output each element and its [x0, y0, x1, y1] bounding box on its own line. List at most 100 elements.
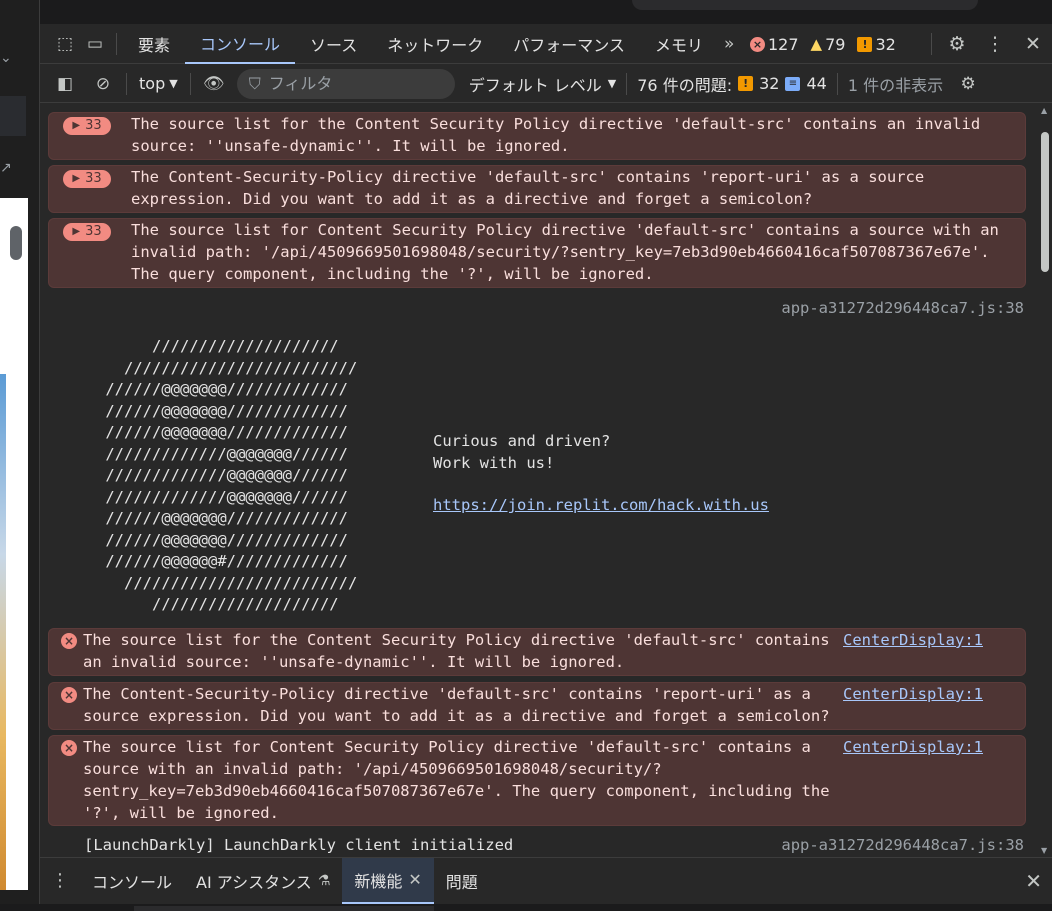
taskbar-edge — [0, 904, 1052, 911]
banner-link[interactable]: https://join.replit.com/hack.with.us — [433, 494, 769, 516]
expand-triangle-icon: ▶ — [72, 173, 81, 184]
page-scrollbar-thumb[interactable] — [10, 226, 22, 260]
drawer-menu-icon[interactable]: ⋮ — [40, 870, 80, 891]
issue-icon: ! — [738, 76, 754, 91]
console-log-line: [LaunchDarkly] LaunchDarkly client initi… — [84, 836, 514, 854]
banner-line: Curious and driven? — [433, 432, 611, 450]
console-error[interactable]: × The Content-Security-Policy directive … — [48, 682, 1026, 730]
tab-performance[interactable]: パフォーマンス — [498, 24, 640, 64]
tab-network[interactable]: ネットワーク — [372, 24, 498, 64]
page-side-strip: ⌄ ↗ — [0, 0, 40, 911]
warning-count: 79 — [825, 34, 846, 54]
close-drawer-icon[interactable]: ✕ — [1025, 858, 1042, 904]
message-counts[interactable]: × 127 ▲ 79 ! 32 — [750, 24, 896, 64]
divider — [931, 33, 932, 55]
log-levels-dropdown[interactable]: デフォルト レベル ▼ — [469, 72, 617, 96]
source-link[interactable]: app-a31272d296448ca7.js:38 — [781, 834, 1024, 856]
drawer-tab-whats-new[interactable]: 新機能 ✕ — [342, 857, 434, 904]
chevron-down-icon[interactable]: ⌄ — [0, 50, 12, 66]
error-icon: × — [61, 740, 77, 756]
source-link[interactable]: CenterDisplay:1 — [843, 736, 983, 758]
tab-sources[interactable]: ソース — [295, 24, 372, 64]
repeat-count-badge: ▶ 33 — [63, 223, 111, 241]
message-text: The source list for Content Security Pol… — [131, 221, 1009, 283]
devtools-tabbar: ⬚ ▭ 要素 コンソール ソース ネットワーク パフォーマンス メモリ » × 1… — [40, 24, 1052, 64]
scroll-down-icon[interactable]: ▼ — [1041, 846, 1047, 855]
source-link[interactable]: CenterDisplay:1 — [843, 629, 983, 651]
message-text: The source list for the Content Security… — [83, 631, 839, 671]
banner-line: Work with us! — [433, 454, 555, 472]
error-count: 127 — [768, 34, 799, 54]
browser-top-edge — [40, 0, 1052, 24]
drawer-tabbar: ⋮ コンソール AI アシスタンス ⚗ 新機能 ✕ 問題 ✕ — [40, 857, 1052, 904]
console-settings-gear-icon[interactable]: ⚙ — [949, 65, 987, 103]
sidebar-toggle-icon[interactable]: ◧ — [46, 65, 84, 103]
page-header-band — [0, 96, 26, 136]
message-icon: ≡ — [785, 76, 801, 91]
console-message[interactable]: ▶ 33 The source list for the Content Secu… — [48, 112, 1026, 160]
source-link[interactable]: CenterDisplay:1 — [843, 683, 983, 705]
close-devtools-icon[interactable]: ✕ — [1014, 24, 1052, 64]
error-icon: × — [61, 687, 77, 703]
message-text: The Content-Security-Policy directive 'd… — [83, 685, 830, 725]
issue-count: 32 — [875, 34, 896, 54]
devtools-panel: ⬚ ▭ 要素 コンソール ソース ネットワーク パフォーマンス メモリ » × 1… — [40, 24, 1052, 911]
console-toolbar: ◧ ⊘ top▼ 👁 ⛉ デフォルト レベル▼ 76 件の問題: ! 32 ≡ … — [40, 65, 1052, 103]
drawer-tab-console[interactable]: コンソール — [80, 858, 184, 904]
tab-elements[interactable]: 要素 — [123, 24, 185, 64]
drawer-tab-issues[interactable]: 問題 — [434, 858, 490, 904]
settings-gear-icon[interactable]: ⚙ — [938, 24, 976, 64]
context-selector[interactable]: top ▼ — [131, 74, 186, 93]
more-options-icon[interactable]: ⋮ — [976, 24, 1014, 64]
chevron-down-icon: ▼ — [607, 77, 617, 90]
filter-icon: ⛉ — [248, 73, 261, 93]
issue-icon: ! — [857, 36, 873, 52]
message-text: The source list for the Content Security… — [131, 115, 990, 155]
filter-box[interactable]: ⛉ — [236, 68, 455, 99]
tab-console[interactable]: コンソール — [185, 24, 296, 64]
context-label: top — [139, 74, 166, 93]
live-expression-eye-icon[interactable]: 👁 — [195, 65, 233, 103]
message-text: The Content-Security-Policy directive 'd… — [131, 168, 934, 208]
divider — [626, 72, 628, 95]
expand-triangle-icon: ▶ — [72, 226, 81, 237]
console-error[interactable]: × The source list for the Content Securi… — [48, 628, 1026, 676]
flask-icon: ⚗ — [317, 872, 331, 889]
console-message[interactable]: ▶ 33 The source list for Content Security… — [48, 218, 1026, 288]
issues-error-count: 32 — [759, 74, 780, 93]
console-messages: ▶ 33 The source list for the Content Secu… — [40, 104, 1038, 857]
repeat-count-badge: ▶ 33 — [63, 170, 111, 188]
repeat-count-badge: ▶ 33 — [63, 117, 111, 135]
close-tab-icon[interactable]: ✕ — [408, 870, 421, 889]
external-link-icon[interactable]: ↗ — [0, 160, 12, 176]
ascii-art-logo: //////////////////// ///////////////////… — [105, 337, 358, 613]
warning-icon: ▲ — [810, 35, 823, 53]
source-link[interactable]: app-a31272d296448ca7.js:38 — [781, 297, 1024, 319]
expand-triangle-icon: ▶ — [72, 120, 81, 131]
device-toolbar-icon[interactable]: ▭ — [80, 29, 110, 59]
scroll-up-icon[interactable]: ▲ — [1041, 106, 1047, 115]
tabbar-divider — [116, 32, 117, 55]
chevron-down-icon: ▼ — [169, 77, 178, 90]
divider — [126, 72, 127, 95]
console-message[interactable]: ▶ 33 The Content-Security-Policy directiv… — [48, 165, 1026, 213]
tab-memory[interactable]: メモリ — [640, 24, 718, 64]
hidden-count[interactable]: 1 件の非表示 — [842, 72, 949, 96]
console-error[interactable]: × The source list for Content Security P… — [48, 735, 1026, 826]
clear-console-icon[interactable]: ⊘ — [84, 65, 122, 103]
issues-info-count: 44 — [806, 74, 827, 93]
more-tabs-icon[interactable]: » — [718, 34, 740, 54]
error-icon: × — [750, 36, 765, 52]
divider — [836, 72, 838, 95]
divider — [189, 72, 191, 95]
levels-label: デフォルト レベル — [468, 75, 602, 95]
inspect-element-icon[interactable]: ⬚ — [50, 29, 80, 59]
error-icon: × — [61, 633, 77, 649]
banner-text: Curious and driven? Work with us! — [433, 430, 610, 474]
filter-input[interactable] — [268, 74, 429, 93]
message-text: The source list for Content Security Pol… — [83, 738, 839, 822]
scrollbar-thumb[interactable] — [1041, 132, 1049, 272]
console-scrollbar[interactable]: ▲ ▼ — [1038, 104, 1052, 857]
issues-counter[interactable]: 76 件の問題: ! 32 ≡ 44 — [631, 72, 833, 96]
drawer-tab-ai-assistance[interactable]: AI アシスタンス ⚗ — [184, 858, 342, 904]
